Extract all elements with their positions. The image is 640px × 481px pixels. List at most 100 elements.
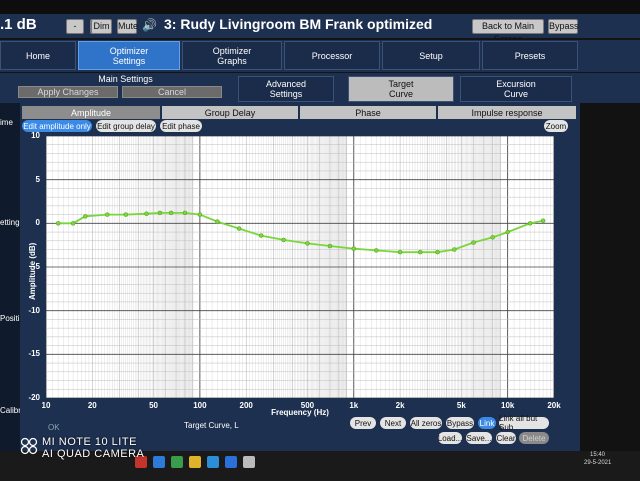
- target-curve-caption: Target Curve, L: [184, 421, 239, 430]
- tab-processor[interactable]: Processor: [284, 41, 380, 70]
- y-tick-label: -10: [28, 305, 40, 315]
- target-curve-point: [540, 218, 546, 223]
- tab-amplitude[interactable]: Amplitude: [22, 106, 160, 119]
- target-curve-point: [471, 240, 476, 245]
- clear-button[interactable]: Clear: [496, 432, 516, 444]
- target-curve-point: [258, 233, 264, 238]
- all-zeros-button[interactable]: All zeros: [410, 417, 442, 429]
- delete-button[interactable]: Delete: [519, 432, 549, 444]
- y-tick-label: 10: [31, 131, 40, 140]
- target-curve-point: [527, 221, 533, 226]
- preset-title: 3: Rudy Livingroom BM Frank optimized: [164, 16, 433, 32]
- y-tick-label: 5: [35, 174, 40, 184]
- taskbar-time: 15:40: [590, 452, 606, 458]
- target-curve-point: [435, 249, 440, 255]
- x-tick-label: 50: [149, 401, 159, 410]
- x-tick-label: 20: [87, 401, 97, 410]
- y-axis-label: Amplitude (dB): [28, 242, 37, 300]
- tab-phase[interactable]: Phase: [300, 106, 436, 119]
- target-curve-point: [215, 219, 220, 224]
- target-curve-point: [327, 243, 333, 249]
- camera-logo: [20, 437, 38, 455]
- speaker-icon[interactable]: 🔊: [142, 18, 157, 32]
- target-curve-point: [123, 212, 129, 217]
- target-curve-point: [83, 214, 88, 219]
- folder-icon[interactable]: [189, 456, 201, 468]
- x-tick-label: 10k: [500, 401, 515, 410]
- watermark-line-2: AI QUAD CAMERA: [42, 448, 145, 460]
- x-tick-label: 100: [193, 401, 207, 410]
- zoom-button[interactable]: Zoom: [544, 120, 568, 132]
- target-curve-point: [281, 237, 286, 243]
- target-curve-point: [505, 229, 510, 235]
- x-tick-label: 5k: [456, 401, 466, 410]
- screen-bezel: [0, 0, 640, 14]
- ok-button[interactable]: OK: [48, 423, 60, 432]
- target-curve-point: [452, 247, 457, 252]
- y-tick-label: -15: [28, 349, 40, 359]
- load-button[interactable]: Load...: [438, 432, 462, 444]
- tab-advanced-settings[interactable]: Advanced Settings: [238, 76, 334, 102]
- cancel-button[interactable]: Cancel: [122, 86, 222, 98]
- tab-excursion-curve[interactable]: Excursion Curve: [460, 76, 572, 102]
- tab-presets[interactable]: Presets: [482, 41, 578, 70]
- bypass-button[interactable]: Bypass: [446, 417, 474, 429]
- target-curve-point: [55, 221, 61, 226]
- target-curve-point: [305, 241, 310, 246]
- bypass-header-button[interactable]: Bypass: [548, 19, 579, 34]
- app-icon[interactable]: [171, 456, 183, 468]
- target-curve-line: [58, 212, 544, 254]
- tab-target-curve[interactable]: Target Curve: [348, 76, 454, 102]
- target-curve-point: [144, 211, 149, 216]
- x-axis-label: Frequency (Hz): [271, 408, 329, 417]
- back-to-main-button[interactable]: Back to Main Screen: [472, 19, 544, 44]
- tab-home[interactable]: Home: [0, 41, 76, 70]
- app-icon[interactable]: [153, 456, 165, 468]
- x-tick-label: 2k: [395, 401, 405, 410]
- target-curve-point: [197, 212, 203, 217]
- camera-watermark: MI NOTE 10 LITE AI QUAD CAMERA: [42, 436, 144, 460]
- tab-optimizer-graphs[interactable]: Optimizer Graphs: [182, 41, 282, 70]
- apply-changes-button[interactable]: Apply Changes: [18, 86, 118, 98]
- app-icon[interactable]: [225, 456, 237, 468]
- sidebar-item-time[interactable]: ime: [0, 118, 13, 127]
- next-button[interactable]: Next: [380, 417, 406, 429]
- prev-button[interactable]: Prev: [350, 417, 376, 429]
- target-curve-point: [168, 210, 174, 216]
- y-tick-label: 0: [35, 218, 40, 228]
- x-tick-label: 10: [41, 401, 51, 410]
- target-curve-point: [236, 226, 242, 231]
- edit-group-delay-button[interactable]: Edit group delay: [96, 120, 156, 132]
- x-tick-label: 1k: [349, 401, 359, 410]
- x-tick-label: 20k: [547, 401, 561, 410]
- plot-area[interactable]: [45, 135, 555, 399]
- target-curve-point: [490, 235, 496, 240]
- link-button[interactable]: Link: [478, 417, 496, 429]
- tab-impulse-response[interactable]: Impulse response: [438, 106, 576, 119]
- taskbar-date: 29-5-2021: [584, 460, 612, 466]
- edit-phase-button[interactable]: Edit phase: [160, 120, 202, 132]
- link-all-but-sub-button[interactable]: Link all but Sub: [499, 414, 549, 432]
- tab-setup[interactable]: Setup: [382, 41, 480, 70]
- left-sidebar: [0, 103, 20, 453]
- target-curve-point: [157, 210, 163, 216]
- target-curve-point: [417, 249, 423, 255]
- volume-down-button[interactable]: -: [66, 19, 84, 34]
- target-curve-point: [70, 221, 76, 226]
- app-icon[interactable]: [207, 456, 219, 468]
- tab-group-delay[interactable]: Group Delay: [162, 106, 298, 119]
- app-icon[interactable]: [243, 456, 255, 468]
- save-button[interactable]: Save...: [466, 432, 492, 444]
- mute-button[interactable]: Mute: [117, 19, 138, 34]
- dim-button[interactable]: Dim: [91, 19, 112, 34]
- target-curve-point: [182, 210, 188, 216]
- screen-right-edge: [580, 103, 640, 451]
- tab-optimizer-settings[interactable]: Optimizer Settings: [78, 41, 180, 70]
- volume-readout: .1 dB: [0, 16, 37, 33]
- main-settings-label: Main Settings: [98, 74, 153, 84]
- target-curve-point: [374, 248, 379, 253]
- amplitude-chart: [45, 135, 555, 399]
- watermark-line-1: MI NOTE 10 LITE: [42, 436, 137, 448]
- target-curve-point: [104, 212, 110, 217]
- target-curve-point: [397, 249, 403, 255]
